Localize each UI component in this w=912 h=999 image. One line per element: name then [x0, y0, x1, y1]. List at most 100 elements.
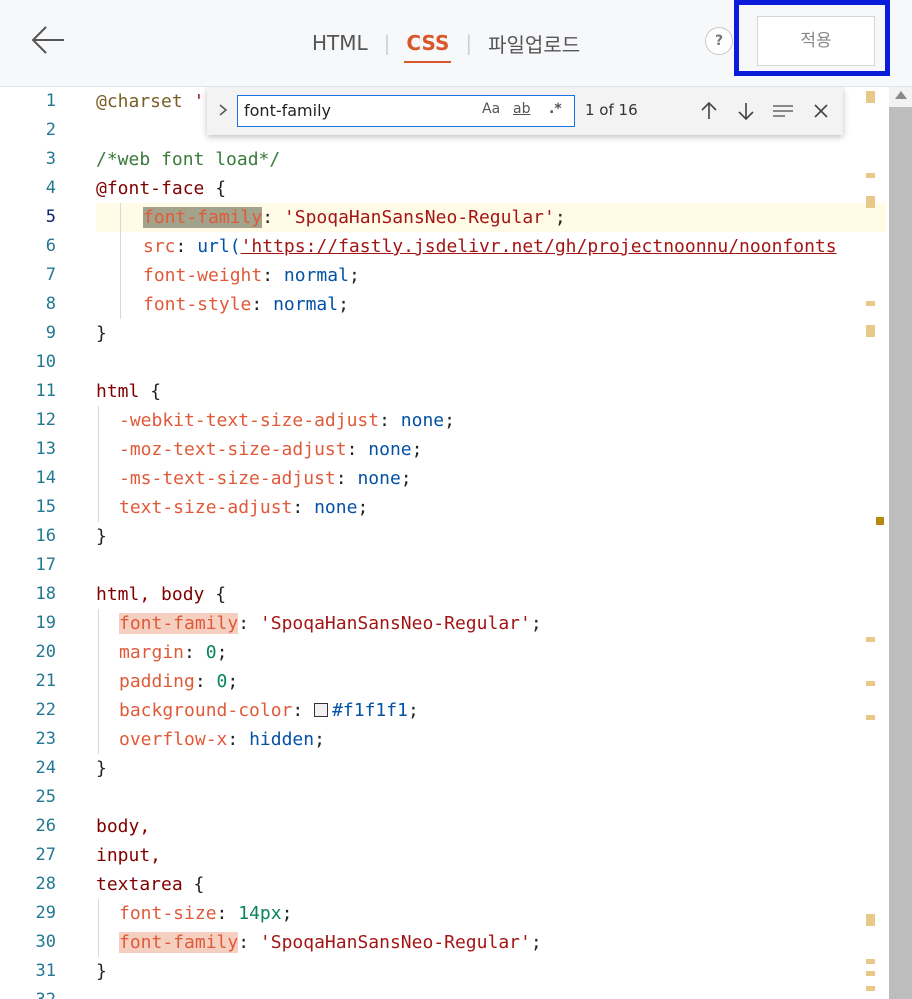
tab-separator: |: [465, 31, 473, 55]
token-selector: @font-face: [96, 178, 205, 199]
code-line: -moz-text-size-adjust: none;: [96, 435, 886, 464]
overview-match-mark: [866, 959, 875, 964]
token-value: none: [314, 497, 358, 518]
code-line: font-style: normal;: [96, 290, 886, 319]
token-selector: textarea: [96, 874, 183, 895]
token-string: ': [182, 91, 205, 112]
line-number: 4: [45, 178, 56, 198]
token-colon: :: [175, 236, 198, 257]
help-button[interactable]: ?: [705, 27, 733, 55]
whole-word-toggle[interactable]: ab: [513, 101, 530, 117]
code-line: html {: [96, 377, 886, 406]
line-number: 18: [35, 584, 56, 604]
back-button[interactable]: [28, 22, 68, 58]
code-editor[interactable]: 1 2 3 4 5 6 7 8 9 10 11 12 13 14 15 16 1…: [0, 87, 912, 999]
code-line: font-family: 'SpoqaHanSansNeo-Regular';: [96, 928, 886, 957]
tab-css[interactable]: CSS: [404, 31, 452, 63]
token-semicolon: ;: [227, 671, 239, 692]
token-semicolon: ;: [314, 729, 325, 750]
tab-separator: |: [383, 31, 391, 55]
match-case-toggle[interactable]: Aa: [482, 101, 500, 117]
overview-match-mark: [866, 971, 875, 976]
token-property: background-color: [119, 700, 293, 721]
match-count: 1 of 16: [585, 101, 638, 119]
token-url-link[interactable]: 'https://fastly.jsdelivr.net/gh/projectn…: [241, 236, 837, 257]
token-number: 14px: [238, 903, 282, 924]
token-selector: body,: [96, 816, 151, 837]
apply-button[interactable]: 적용: [757, 16, 875, 66]
overview-match-mark: [866, 986, 875, 991]
previous-match-button[interactable]: [697, 99, 721, 123]
token-string: 'SpoqaHanSansNeo-Regular': [259, 932, 531, 953]
line-number: 21: [35, 671, 56, 691]
line-number: 11: [35, 381, 56, 401]
color-swatch-icon[interactable]: [314, 703, 329, 717]
token-comment: /*web font load*/: [96, 149, 281, 170]
token-brace: {: [204, 178, 227, 199]
line-number: 29: [35, 903, 56, 923]
code-line: overflow-x: hidden;: [96, 725, 886, 754]
token-semicolon: ;: [400, 468, 412, 489]
find-in-selection-button[interactable]: [771, 99, 795, 123]
line-number: 25: [35, 787, 56, 807]
code-line: src: url('https://fastly.jsdelivr.net/gh…: [96, 232, 886, 261]
line-number: 12: [35, 410, 56, 430]
tab-html[interactable]: HTML: [310, 31, 370, 55]
token-value: normal: [273, 294, 339, 315]
code-line: }: [96, 319, 886, 348]
token-semicolon: ;: [338, 294, 349, 315]
tab-file-upload[interactable]: 파일업로드: [486, 29, 582, 58]
line-number: 10: [35, 352, 56, 372]
token-semicolon: ;: [216, 642, 228, 663]
scroll-up-arrow-icon[interactable]: [895, 91, 907, 99]
token-property-current-match: font-family: [143, 207, 263, 228]
token-semicolon: ;: [357, 497, 369, 518]
line-number: 15: [35, 497, 56, 517]
line-number: 8: [45, 294, 56, 314]
token-brace: {: [204, 584, 227, 605]
token-colon: :: [346, 439, 369, 460]
token-semicolon: ;: [348, 265, 360, 286]
token-property-match: font-family: [119, 932, 239, 953]
token-property: padding: [119, 671, 195, 692]
overview-match-mark: [866, 196, 875, 208]
line-number: 6: [45, 236, 56, 256]
arrow-down-icon: [738, 103, 754, 121]
line-number: 28: [35, 874, 56, 894]
close-find-button[interactable]: [809, 99, 833, 123]
token-function: url(: [197, 236, 241, 257]
token-colon: :: [292, 700, 315, 721]
line-number: 32: [0, 986, 56, 999]
token-selector: html: [96, 381, 140, 402]
line-number: 16: [35, 526, 56, 546]
code-line: body,: [96, 812, 886, 841]
token-string: 'SpoqaHanSansNeo-Regular': [283, 207, 555, 228]
code-area[interactable]: @charset ' /*web font load*/ @font-face …: [96, 87, 886, 999]
line-number-gutter: 1 2 3 4 5 6 7 8 9 10 11 12 13 14 15 16 1…: [0, 87, 70, 999]
code-line: margin: 0;: [96, 638, 886, 667]
overview-match-mark: [866, 173, 875, 178]
code-line: @font-face {: [96, 174, 886, 203]
token-number: 0: [216, 671, 228, 692]
token-property: margin: [119, 642, 185, 663]
next-match-button[interactable]: [734, 99, 758, 123]
token-brace: }: [96, 961, 107, 982]
regex-toggle[interactable]: .*: [549, 101, 562, 117]
line-number: 23: [35, 729, 56, 749]
vertical-scrollbar-thumb[interactable]: [889, 107, 912, 999]
line-number: 31: [35, 961, 56, 981]
token-colon: :: [184, 642, 206, 663]
line-number: 22: [35, 700, 56, 720]
toggle-replace-chevron-icon[interactable]: [215, 99, 231, 121]
token-semicolon: ;: [554, 207, 566, 228]
token-colon: :: [194, 671, 217, 692]
code-line: font-family: 'SpoqaHanSansNeo-Regular';: [96, 203, 886, 232]
code-line: padding: 0;: [96, 667, 886, 696]
overview-match-mark: [866, 91, 875, 103]
overview-match-mark: [866, 301, 875, 306]
overview-match-mark: [866, 715, 875, 720]
token-colon: :: [238, 613, 260, 634]
token-brace: }: [96, 526, 107, 547]
token-value: normal: [283, 265, 349, 286]
code-line: }: [96, 957, 886, 986]
